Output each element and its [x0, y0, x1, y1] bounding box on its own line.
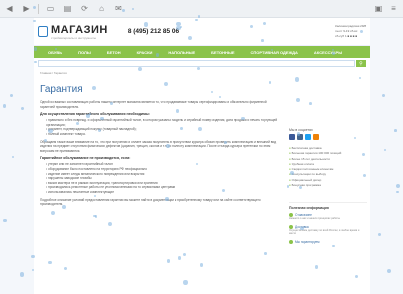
contact-line: сб-суб 1 ■ ■ ■ ■ — [335, 34, 358, 38]
print-icon[interactable]: ▤ — [62, 3, 73, 14]
back-icon[interactable]: ◀ — [4, 3, 15, 14]
nav-item[interactable]: Спортивная одежда — [243, 50, 306, 55]
nav-item[interactable]: Обувь — [40, 50, 70, 55]
snowflake — [9, 93, 13, 97]
menu-icon[interactable]: ≡ — [388, 3, 399, 14]
twitter-icon[interactable] — [305, 134, 311, 140]
snowflake — [3, 219, 7, 223]
logo-name: МАГАЗИН — [51, 23, 108, 36]
useful-item-heading[interactable]: Мы гарантируем — [289, 240, 367, 244]
conditions-heading: Для осуществления гарантийного обслужива… — [40, 112, 150, 117]
facebook-icon[interactable] — [289, 134, 295, 140]
useful-item-text: Немного о нас и наших принципах работы — [289, 217, 341, 221]
useful-item[interactable]: Доставка Осуществляем доставку по всей Р… — [289, 225, 367, 236]
home-icon[interactable]: ⌂ — [96, 3, 107, 14]
breadcrumb[interactable]: Главная / Гарантия — [34, 69, 370, 77]
list-item: правильно и без поврежд. и оформленный г… — [46, 118, 280, 127]
search-bar: ⚲ — [34, 58, 370, 69]
useful-item[interactable]: Мы гарантируем — [289, 240, 367, 244]
snowflake — [11, 155, 15, 159]
snowflake — [20, 272, 25, 277]
useful-title: Полезная информация — [289, 206, 329, 211]
main-nav: Обувь Полы Бетон Краски Напольные Бетонн… — [34, 46, 370, 58]
forward-icon[interactable]: ▶ — [21, 3, 32, 14]
useful-info: Полезная информация О магазине Немного о… — [289, 202, 367, 244]
nav-item[interactable]: Бетонные — [203, 50, 242, 55]
snowflake — [387, 268, 392, 273]
header-contacts: Калининградская 29/8 пн-пт 9-19 сб-вс сб… — [335, 24, 366, 39]
list-item: использовались нештатные комплектующие — [46, 190, 280, 195]
mail-icon[interactable]: ✉ — [113, 3, 124, 14]
expand-icon[interactable]: ▣ — [373, 3, 384, 14]
logo-tagline: стройматериалы и инструменты — [51, 35, 97, 40]
feature-item: Бонусная программа — [289, 183, 367, 188]
nav-item[interactable]: Полы — [70, 50, 99, 55]
vk-icon[interactable] — [297, 134, 303, 140]
phone-number[interactable]: 8 (495) 212 85 06 — [128, 28, 179, 35]
share-label: Мы в соцсетях — [289, 128, 313, 132]
intro-text: Одной из важных составляющих работы наше… — [40, 100, 267, 109]
browser-toolbar: ◀ ▶ ▭ ▤ ⟳ ⌂ ✉ ▣ ≡ — [0, 0, 403, 18]
logo[interactable]: МАГАЗИН стройматериалы и инструменты — [38, 24, 108, 40]
nav-item[interactable]: Бетон — [99, 50, 129, 55]
nav-item[interactable]: Аксессуары — [306, 50, 350, 55]
content: Гарантия Одной из важных составляющих ра… — [40, 80, 280, 210]
search-input[interactable] — [38, 60, 355, 67]
page: МАГАЗИН стройматериалы и инструменты 8 (… — [34, 18, 370, 294]
mid-text: Обращаем также ваше внимание на то, что … — [40, 139, 277, 153]
nav-item[interactable]: Краски — [129, 50, 161, 55]
list-item: полный комплект товара. — [46, 132, 280, 137]
sidebar: Мы в соцсетях Бесплатная доставка Больша… — [289, 128, 367, 248]
features-list: Бесплатная доставка Большая гарантия 100… — [289, 146, 367, 188]
snowflake — [396, 191, 399, 194]
not-covered-list: утерян или не заполнен гарантийный талон… — [46, 162, 280, 194]
ok-icon[interactable] — [313, 134, 319, 140]
conditions-list: правильно и без поврежд. и оформленный г… — [46, 118, 280, 136]
page-title: Гарантия — [40, 84, 83, 95]
refresh-icon[interactable]: ⟳ — [79, 3, 90, 14]
bag-icon — [38, 26, 48, 37]
outro-text: Подробное описание условий предоставлени… — [40, 197, 261, 207]
snowflake — [395, 184, 401, 189]
useful-item[interactable]: О магазине Немного о нас и наших принцип… — [289, 213, 367, 221]
social-icons — [289, 134, 367, 140]
divider — [38, 3, 39, 14]
search-button[interactable]: ⚲ — [356, 60, 366, 67]
snowflake — [382, 94, 386, 98]
nav-item[interactable]: Напольные — [160, 50, 203, 55]
snowflake — [20, 107, 24, 111]
snowflake — [394, 129, 397, 132]
snowflake — [2, 104, 7, 108]
snowflake — [378, 232, 382, 236]
snowflake — [383, 149, 386, 152]
not-covered-heading: Гарантийное обслуживание не производится… — [40, 156, 131, 161]
useful-item-text: Осуществляем доставку по всей России, в … — [289, 228, 360, 236]
site-header: МАГАЗИН стройматериалы и инструменты 8 (… — [34, 18, 370, 46]
folder-icon[interactable]: ▭ — [45, 3, 56, 14]
